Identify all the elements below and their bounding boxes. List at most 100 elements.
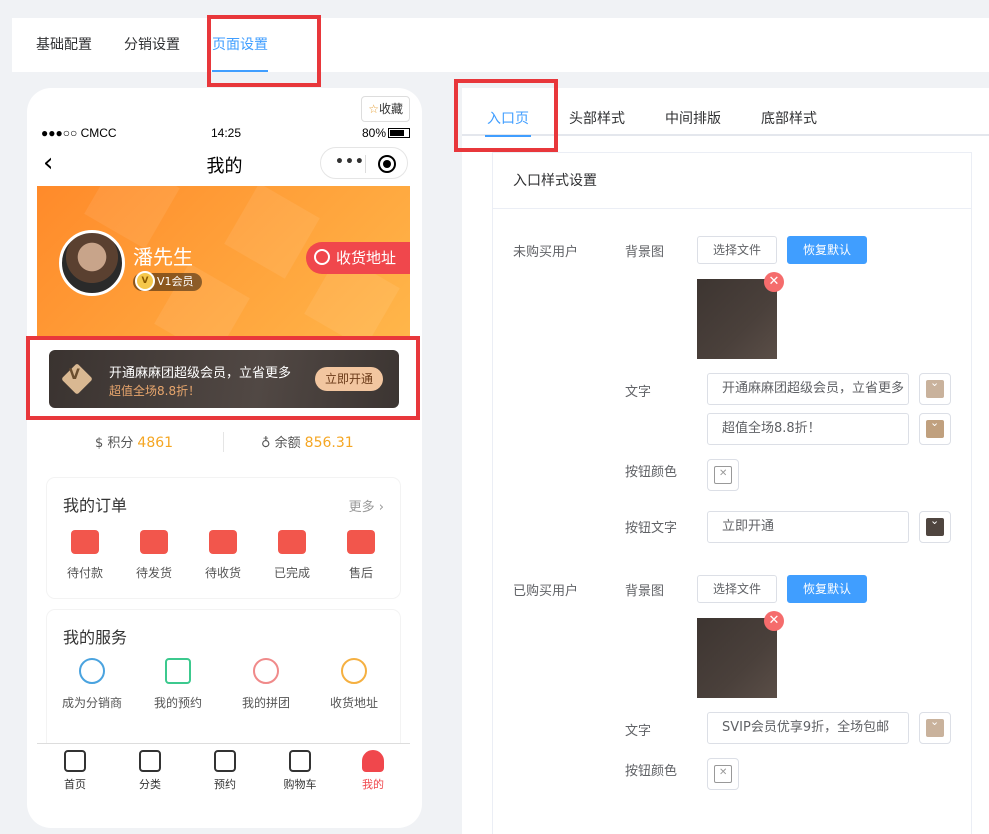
order-completed[interactable]: 已完成 [257,530,327,581]
tabbar-label: 预约 [214,778,236,791]
tabbar-label: 购物车 [283,778,317,791]
vip-gem-icon: V [135,271,155,291]
battery-status: 80% [362,126,410,140]
orders-section: 我的订单 更多 › 待付款 待发货 待收货 已完成 售后 [47,478,400,598]
tabbar-category[interactable]: 分类 [120,750,180,792]
address-button-label: 收货地址 [336,249,397,267]
mini-program-capsule: ••• [320,147,408,179]
card-title: 入口样式设置 [493,153,971,209]
more-dots-icon[interactable]: ••• [335,154,365,170]
text-input-line1[interactable]: 开通麻麻团超级会员，立省更多 [707,373,909,405]
bg-image-thumbnail [697,618,777,698]
service-my-groupbuy[interactable]: 我的拼团 [227,658,305,711]
tabbar-cart[interactable]: 购物车 [270,750,330,792]
order-item-label: 待发货 [135,566,172,580]
phone-preview: ☆收藏 ●●●○○ CMCC 14:25 80% ‹ 我的 ••• 潘先生 VV… [27,88,422,828]
order-item-label: 已完成 [273,566,310,580]
unpurchased-users-label: 未购买用户 [513,245,579,260]
battery-icon [388,128,410,138]
location-pin-icon [314,249,330,265]
text-input-line2[interactable]: 超值全场8.8折！ [707,413,909,445]
avatar[interactable] [59,230,125,296]
balance-item[interactable]: ♁ 余额 856.31 [261,432,354,451]
order-pending-receipt[interactable]: 待收货 [188,530,258,581]
restore-default-button[interactable]: 恢复默认 [787,575,868,603]
remove-image-icon[interactable]: ✕ [764,611,784,631]
service-item-label: 我的预约 [153,696,202,710]
bg-image-thumbnail [697,279,777,359]
button-color-picker[interactable] [707,459,739,491]
order-pending-payment[interactable]: 待付款 [50,530,120,581]
user-icon [362,750,384,772]
color-picker-text1[interactable] [919,373,951,405]
highlight-box-vip-card [26,336,420,420]
orders-more-link[interactable]: 更多 › [349,496,384,515]
tab-middle-layout[interactable]: 中间排版 [665,108,721,128]
button-text-color-picker[interactable] [919,511,951,543]
tab-footer-style[interactable]: 底部样式 [761,108,817,128]
points-coin-icon: $ [95,436,108,451]
remove-image-icon[interactable]: ✕ [764,272,784,292]
status-time: 14:25 [211,126,242,140]
button-color-label: 按钮颜色 [625,764,678,779]
nav-bar: ‹ 我的 ••• [27,146,422,184]
tabbar-label: 我的 [362,778,384,791]
chevron-right-icon: › [378,500,384,515]
network-icon [79,658,105,684]
status-bar: ●●●○○ CMCC 14:25 80% [41,126,410,142]
tabbar-booking[interactable]: 预约 [195,750,255,792]
tab-header-style[interactable]: 头部样式 [569,108,625,128]
entry-style-card: 入口样式设置 未购买用户 背景图 选择文件 恢复默认 ✕ 文字 开通麻麻团超级会… [492,152,972,834]
favorite-button[interactable]: ☆收藏 [361,96,410,122]
choose-file-button[interactable]: 选择文件 [697,236,778,264]
order-item-label: 待付款 [66,566,103,580]
button-text-label: 按钮文字 [625,521,678,536]
tabbar-mine[interactable]: 我的 [343,750,403,792]
text-input-line1[interactable]: SVIP会员优享9折，全场包邮 [707,712,909,744]
service-become-distributor[interactable]: 成为分销商 [53,658,131,711]
close-target-icon[interactable] [378,155,396,173]
bg-image-label: 背景图 [625,584,665,599]
package-icon [140,530,168,554]
truck-icon [209,530,237,554]
color-picker-text2[interactable] [919,413,951,445]
choose-file-button[interactable]: 选择文件 [697,575,778,603]
balance-value: 856.31 [304,435,354,451]
address-button[interactable]: 收货地址 [306,242,410,274]
home-icon [64,750,86,772]
tabbar-home[interactable]: 首页 [45,750,105,792]
star-icon: ☆ [368,102,379,116]
tabbar-label: 分类 [139,778,161,791]
color-swatch [926,715,944,737]
color-swatch [926,416,944,438]
battery-percent: 80% [361,126,386,140]
cart-icon [289,750,311,772]
service-my-booking[interactable]: 我的预约 [139,658,217,711]
points-item[interactable]: $ 积分 4861 [95,432,173,451]
order-pending-shipment[interactable]: 待发货 [119,530,189,581]
check-message-icon [278,530,306,554]
location-pin-icon [341,658,367,684]
top-tabs: 基础配置 分销设置 页面设置 [12,18,989,72]
service-item-label: 我的拼团 [241,696,290,710]
vip-level-badge: V V1会员 [133,271,202,291]
service-address[interactable]: 收货地址 [315,658,393,711]
color-picker-text1[interactable] [919,712,951,744]
button-color-picker[interactable] [707,758,739,790]
settings-panel: 入口页 头部样式 中间排版 底部样式 入口样式设置 未购买用户 背景图 选择文件… [462,88,989,834]
tab-basic-config[interactable]: 基础配置 [36,18,92,72]
orders-more-label: 更多 [348,500,375,515]
highlight-box-entry-tab [454,79,558,152]
bg-image-label: 背景图 [625,245,665,260]
empty-color-icon [714,765,732,783]
text-label: 文字 [625,724,652,739]
favorite-label: 收藏 [378,102,403,116]
restore-default-button[interactable]: 恢复默认 [787,236,868,264]
tab-distribution-settings[interactable]: 分销设置 [124,18,180,72]
text-label: 文字 [625,385,652,400]
carrier-signal: ●●●○○ CMCC [41,126,117,140]
button-color-label: 按钮颜色 [625,465,678,480]
order-after-sales[interactable]: 售后 [326,530,396,581]
highlight-box-page-settings [207,15,321,87]
button-text-input[interactable]: 立即开通 [707,511,909,543]
